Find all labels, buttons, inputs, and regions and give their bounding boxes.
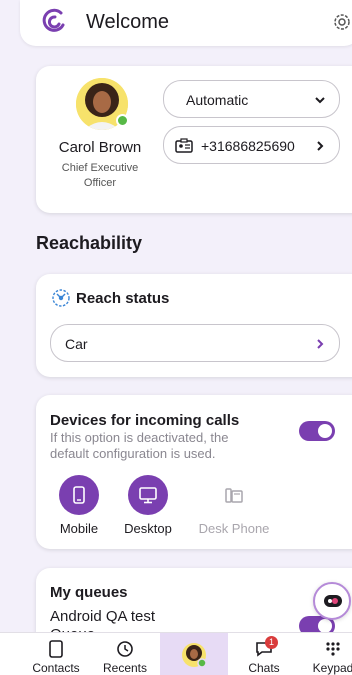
keypad-icon — [326, 642, 340, 656]
assistant-bubble-button[interactable] — [313, 582, 351, 620]
queues-title: My queues — [50, 584, 128, 601]
availability-mode-value: Automatic — [186, 92, 249, 108]
reach-status-value: Car — [65, 336, 88, 352]
reach-status-title: Reach status — [76, 290, 170, 307]
devices-toggle[interactable] — [299, 421, 335, 441]
phone-number-selector[interactable]: +31686825690 — [163, 126, 340, 164]
chevron-right-icon — [317, 339, 324, 349]
reach-status-icon — [52, 289, 70, 307]
reach-status-card: Reach status Car — [36, 274, 352, 377]
reach-status-select[interactable]: Car — [50, 324, 340, 362]
nav-contacts[interactable]: Contacts — [24, 633, 88, 675]
profile-name: Carol Brown — [58, 139, 142, 156]
profile-role: Chief Executive Officer — [61, 162, 139, 189]
chats-unread-badge: 1 — [265, 636, 278, 649]
avatar[interactable] — [76, 78, 129, 130]
bottom-navigation: Contacts Recents 1 Chats Keypad — [0, 632, 352, 675]
chevron-down-icon — [315, 97, 325, 104]
assistant-chat-icon — [324, 595, 342, 607]
nav-chats[interactable]: 1 Chats — [234, 633, 294, 675]
top-bar: Welcome — [20, 0, 352, 46]
devices-title: Devices for incoming calls — [50, 412, 240, 429]
device-desk-phone[interactable]: Desk Phone — [194, 475, 274, 536]
devices-card: Devices for incoming calls If this optio… — [36, 395, 352, 549]
nav-recents-label: Recents — [102, 661, 148, 675]
availability-mode-dropdown[interactable]: Automatic — [163, 80, 340, 118]
device-desk-phone-label: Desk Phone — [198, 521, 270, 536]
device-desktop[interactable]: Desktop — [120, 475, 176, 536]
phone-number-value: +31686825690 — [201, 138, 295, 154]
nav-keypad-label: Keypad — [312, 661, 352, 675]
page-title: Welcome — [86, 11, 169, 33]
reachability-heading: Reachability — [36, 233, 143, 253]
nav-keypad[interactable]: Keypad — [308, 633, 352, 675]
nav-my-profile[interactable] — [160, 633, 228, 675]
nav-recents[interactable]: Recents — [96, 633, 154, 675]
presence-indicator — [116, 114, 129, 127]
desk-phone-icon — [225, 488, 243, 503]
recents-clock-icon — [117, 641, 133, 657]
id-card-icon — [175, 138, 193, 153]
device-desktop-label: Desktop — [124, 521, 172, 536]
devices-subtitle: If this option is deactivated, the defau… — [50, 430, 229, 461]
nav-contacts-label: Contacts — [32, 661, 80, 675]
nav-chats-label: Chats — [248, 661, 280, 675]
device-mobile-label: Mobile — [59, 521, 99, 536]
settings-gear-icon[interactable] — [332, 12, 352, 32]
app-logo-icon — [42, 8, 65, 32]
device-mobile[interactable]: Mobile — [54, 475, 104, 536]
profile-avatar-icon — [182, 643, 207, 668]
desktop-monitor-icon — [139, 487, 157, 504]
mobile-phone-icon — [73, 486, 85, 504]
contacts-icon — [49, 640, 63, 658]
chevron-right-icon — [317, 141, 324, 151]
profile-card: Carol Brown Chief Executive Officer Auto… — [36, 66, 352, 213]
